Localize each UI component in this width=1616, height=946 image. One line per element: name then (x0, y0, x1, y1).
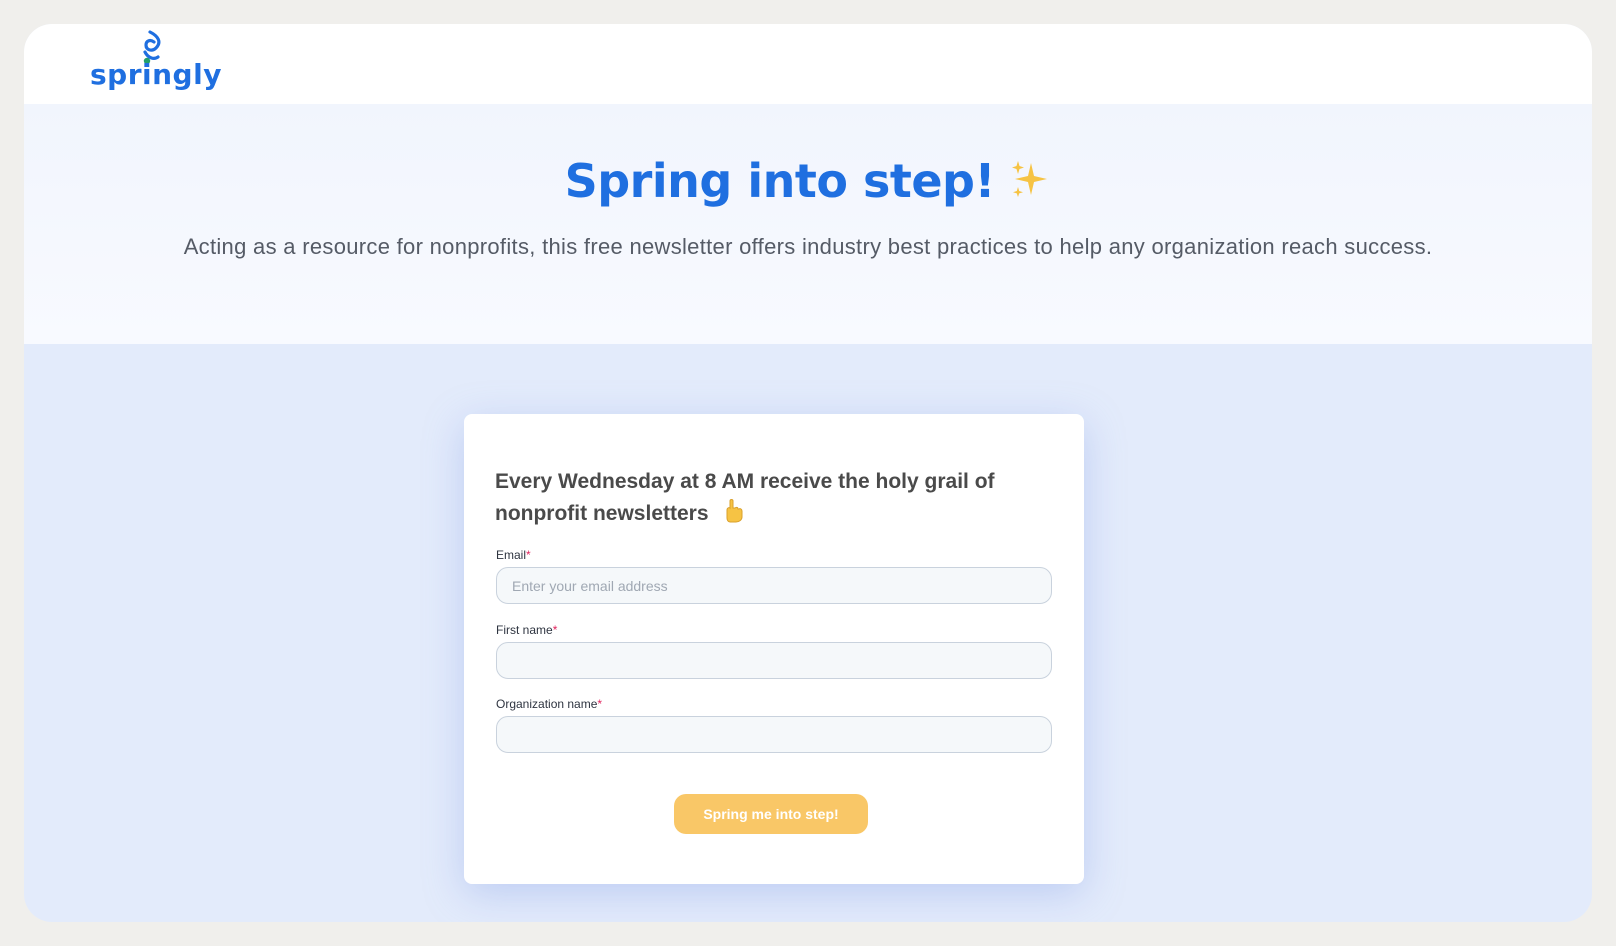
required-mark: * (552, 623, 558, 637)
logo-wordmark: springly (90, 58, 222, 91)
page-title: Spring into step! (564, 154, 996, 208)
required-mark: * (597, 697, 603, 711)
pointing-down-icon (726, 499, 743, 523)
organization-name-label: Organization name* (496, 697, 602, 711)
form-heading: Every Wednesday at 8 AM receive the holy… (495, 466, 1055, 530)
first-name-input[interactable] (496, 642, 1052, 679)
springly-logo[interactable]: springly (90, 30, 230, 98)
organization-name-label-text: Organization name (496, 697, 598, 711)
first-name-label: First name* (496, 623, 557, 637)
sparkles-icon (1012, 161, 1048, 197)
form-heading-text: Every Wednesday at 8 AM receive the holy… (495, 470, 995, 525)
newsletter-signup-card: Every Wednesday at 8 AM receive the holy… (464, 414, 1084, 884)
first-name-label-text: First name (496, 623, 553, 637)
required-mark: * (526, 548, 531, 562)
hero-section: Spring into step! Acting as a resource f… (24, 104, 1592, 344)
organization-name-input[interactable] (496, 716, 1052, 753)
page-frame: springly Spring into step! Acting as a r… (24, 24, 1592, 922)
email-input[interactable] (496, 567, 1052, 604)
submit-button[interactable]: Spring me into step! (674, 794, 868, 834)
email-label-text: Email (496, 548, 527, 562)
header-bar: springly (24, 24, 1592, 104)
email-label: Email* (496, 548, 531, 562)
hero-title-row: Spring into step! (24, 154, 1592, 208)
hero-subtitle: Acting as a resource for nonprofits, thi… (183, 234, 1433, 259)
